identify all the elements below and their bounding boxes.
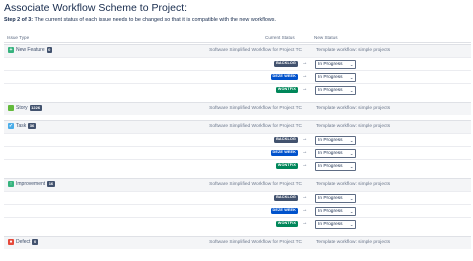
issue-type-name: Improvement xyxy=(16,181,46,187)
current-status-lozenge: DEZE WEEK xyxy=(270,208,298,214)
current-status-lozenge: BACKLOG xyxy=(274,137,298,143)
workflow-migration-page: Associate Workflow Scheme to Project: St… xyxy=(0,0,473,261)
new-status-value: In Progress xyxy=(318,87,343,93)
current-status-lozenge: DEZE WEEK xyxy=(270,150,298,156)
issue-count-badge: 36 xyxy=(28,123,36,129)
issue-type-name: Defect xyxy=(16,239,31,245)
chevron-down-icon: ⌄ xyxy=(349,137,354,143)
chevron-down-icon: ⌄ xyxy=(349,87,354,93)
improvement-icon: ↑ xyxy=(8,181,14,187)
issue-count-badge: 0 xyxy=(46,47,52,53)
task-icon: ✓ xyxy=(8,123,14,129)
chevron-down-icon: ⌄ xyxy=(349,163,354,169)
current-workflow: Software Simplified Workflow for Project… xyxy=(209,181,302,187)
issue-type-name: New Feature xyxy=(16,47,45,53)
chevron-down-icon: ⌄ xyxy=(349,74,354,80)
arrow-right-icon: → xyxy=(302,72,308,79)
status-mapping-row: DEZE WEEK → In Progress ⌄ xyxy=(4,70,471,84)
issue-type-cell: ✓ Task 36 xyxy=(8,123,36,129)
new-status-value: In Progress xyxy=(318,61,343,67)
arrow-right-icon: → xyxy=(302,193,308,200)
current-status-lozenge: WONTFIX xyxy=(275,163,298,169)
issue-type-cell: ● Defect 0 xyxy=(8,239,38,245)
page-title: Associate Workflow Scheme to Project: xyxy=(4,2,188,14)
new-status-value: In Progress xyxy=(318,163,343,169)
status-mapping-row: WONTFIX → In Progress ⌄ xyxy=(4,159,471,173)
story-icon xyxy=(8,105,14,111)
step-description: Step 2 of 3: The current status of each … xyxy=(4,17,276,23)
header-divider xyxy=(4,42,471,43)
new-status-select[interactable]: In Progress ⌄ xyxy=(315,85,356,95)
arrow-right-icon: → xyxy=(302,161,308,168)
chevron-down-icon: ⌄ xyxy=(349,208,354,214)
header-issue-type: Issue Type xyxy=(7,35,30,40)
status-mapping-row: DEZE WEEK → In Progress ⌄ xyxy=(4,204,471,218)
status-mapping-row: BACKLOG → In Progress ⌄ xyxy=(4,191,471,205)
status-mapping-row: BACKLOG → In Progress ⌄ xyxy=(4,133,471,147)
current-workflow: Software Simplified Workflow for Project… xyxy=(209,47,302,53)
defect-icon: ● xyxy=(8,239,14,245)
issue-count-badge: 1226 xyxy=(29,105,42,111)
status-mapping-row: BACKLOG → In Progress ⌄ xyxy=(4,57,471,71)
chevron-down-icon: ⌄ xyxy=(349,61,354,67)
step-label: Step 2 of 3: xyxy=(4,17,34,23)
chevron-down-icon: ⌄ xyxy=(349,150,354,156)
issue-type-row: ✓ Task 36 Software Simplified Workflow for … xyxy=(4,120,471,133)
new-status-select[interactable]: In Progress ⌄ xyxy=(315,193,356,203)
new-status-value: In Progress xyxy=(318,137,343,143)
new-status-select[interactable]: In Progress ⌄ xyxy=(315,219,356,229)
new-workflow: Template workflow: simple projects xyxy=(316,47,391,53)
new-status-value: In Progress xyxy=(318,195,343,201)
new-status-select[interactable]: In Progress ⌄ xyxy=(315,161,356,171)
issue-type-row: + New Feature 0 Software Simplified Workflo… xyxy=(4,44,471,57)
issue-type-cell: ↑ Improvement 16 xyxy=(8,181,55,187)
new-status-select[interactable]: In Progress ⌄ xyxy=(315,148,356,158)
issue-type-name: Story xyxy=(16,105,28,111)
current-status-lozenge: BACKLOG xyxy=(274,195,298,201)
issue-type-cell: Story 1226 xyxy=(8,105,42,111)
header-current-status: Current Status xyxy=(265,35,295,40)
new-workflow: Template workflow: simple projects xyxy=(316,123,391,129)
arrow-right-icon: → xyxy=(302,135,308,142)
issue-count-badge: 16 xyxy=(47,181,55,187)
arrow-right-icon: → xyxy=(302,59,308,66)
new-status-value: In Progress xyxy=(318,150,343,156)
new-feature-icon: + xyxy=(8,47,14,53)
new-workflow: Template workflow: simple projects xyxy=(316,181,391,187)
issue-type-row: ↑ Improvement 16 Software Simplified Workfl… xyxy=(4,178,471,191)
new-status-value: In Progress xyxy=(318,208,343,214)
current-status-lozenge: WONTFIX xyxy=(275,87,298,93)
current-workflow: Software Simplified Workflow for Project… xyxy=(209,105,302,111)
arrow-right-icon: → xyxy=(302,85,308,92)
status-mapping-row: WONTFIX → In Progress ⌄ xyxy=(4,83,471,97)
issue-type-name: Task xyxy=(16,123,27,129)
issue-type-cell: + New Feature 0 xyxy=(8,47,52,53)
current-workflow: Software Simplified Workflow for Project… xyxy=(209,123,302,129)
new-status-select[interactable]: In Progress ⌄ xyxy=(315,135,356,145)
arrow-right-icon: → xyxy=(302,206,308,213)
status-mapping-row: DEZE WEEK → In Progress ⌄ xyxy=(4,146,471,160)
step-text: The current status of each issue needs t… xyxy=(34,17,276,23)
issue-type-row: ● Defect 0 Software Simplified Workflow for… xyxy=(4,236,471,249)
new-status-value: In Progress xyxy=(318,74,343,80)
new-status-select[interactable]: In Progress ⌄ xyxy=(315,59,356,69)
current-workflow: Software Simplified Workflow for Project… xyxy=(209,239,302,245)
new-workflow: Template workflow: simple projects xyxy=(316,105,391,111)
current-status-lozenge: WONTFIX xyxy=(275,221,298,227)
header-new-status: New Status xyxy=(314,35,338,40)
chevron-down-icon: ⌄ xyxy=(349,195,354,201)
arrow-right-icon: → xyxy=(302,219,308,226)
current-status-lozenge: DEZE WEEK xyxy=(270,74,298,80)
new-status-select[interactable]: In Progress ⌄ xyxy=(315,72,356,82)
issue-count-badge: 0 xyxy=(32,239,38,245)
new-workflow: Template workflow: simple projects xyxy=(316,239,391,245)
arrow-right-icon: → xyxy=(302,148,308,155)
new-status-value: In Progress xyxy=(318,221,343,227)
current-status-lozenge: BACKLOG xyxy=(274,61,298,67)
chevron-down-icon: ⌄ xyxy=(349,221,354,227)
new-status-select[interactable]: In Progress ⌄ xyxy=(315,206,356,216)
status-mapping-row: WONTFIX → In Progress ⌄ xyxy=(4,217,471,231)
issue-type-row: Story 1226 Software Simplified Workflow fo… xyxy=(4,102,471,115)
